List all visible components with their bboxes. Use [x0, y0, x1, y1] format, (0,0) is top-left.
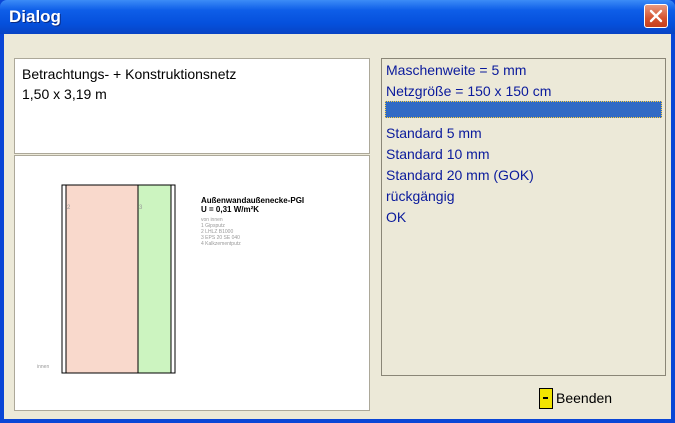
info-panel: Betrachtungs- + Konstruktionsnetz 1,50 x…: [14, 58, 370, 154]
drawing-heading: Außenwandaußenecke-PGI: [201, 196, 304, 205]
drawing-panel: 2 3 innen Außenwandaußenecke-PGI U = 0,3…: [14, 155, 370, 411]
list-item-selected[interactable]: [385, 101, 662, 118]
inside-label: innen: [37, 364, 49, 370]
layer-3-insulation: [137, 184, 172, 374]
close-button[interactable]: [644, 4, 668, 28]
layer-2-brick: [65, 184, 139, 374]
layer-list-item: 4 Kalkzementputz: [201, 241, 241, 247]
title-bar[interactable]: Dialog: [0, 0, 675, 34]
u-value: U = 0,31 W/m²K: [201, 205, 259, 214]
window-title: Dialog: [9, 7, 61, 26]
list-item-standard-10mm[interactable]: Standard 10 mm: [386, 144, 490, 164]
wall-section-drawing: 2 3 innen Außenwandaußenecke-PGI U = 0,3…: [37, 184, 304, 374]
grid-size: 1,50 x 3,19 m: [22, 86, 107, 102]
grid-title: Betrachtungs- + Konstruktionsnetz: [22, 66, 237, 82]
list-item-undo[interactable]: rückgängig: [386, 186, 455, 206]
list-item-standard-20mm-gok[interactable]: Standard 20 mm (GOK): [386, 165, 534, 185]
list-item-mesh-width[interactable]: Maschenweite = 5 mm: [386, 60, 526, 80]
layer-4-render: [170, 184, 176, 374]
layer-1-plaster: [61, 184, 67, 374]
options-list[interactable]: Maschenweite = 5 mm Netzgröße = 150 x 15…: [381, 58, 666, 376]
door-icon: [539, 388, 553, 409]
list-item-ok[interactable]: OK: [386, 207, 406, 227]
close-icon: [649, 9, 663, 23]
list-item-standard-5mm[interactable]: Standard 5 mm: [386, 123, 482, 143]
list-item-grid-size[interactable]: Netzgröße = 150 x 150 cm: [386, 81, 551, 101]
dialog-window: Dialog Betrachtungs- + Konstruktionsnetz…: [0, 0, 675, 423]
exit-button-label: Beenden: [556, 390, 613, 406]
exit-button[interactable]: Beenden: [535, 387, 635, 413]
